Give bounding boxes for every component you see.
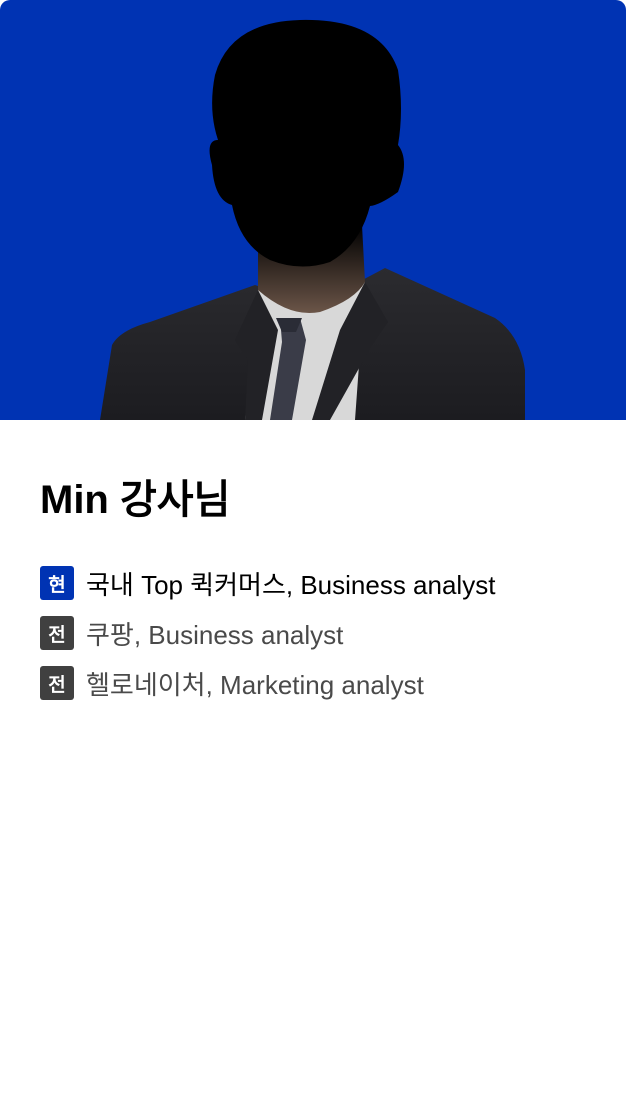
career-item-former: 전 쿠팡, Business analyst [40, 608, 600, 658]
former-badge: 전 [40, 616, 74, 650]
current-badge: 현 [40, 566, 74, 600]
former-badge: 전 [40, 666, 74, 700]
career-item-current: 현 국내 Top 퀵커머스, Business analyst [40, 558, 600, 608]
person-silhouette-icon [100, 19, 525, 420]
profile-photo [0, 0, 626, 420]
instructor-info: Min 강사님 현 국내 Top 퀵커머스, Business analyst … [40, 470, 600, 708]
career-list: 현 국내 Top 퀵커머스, Business analyst 전 쿠팡, Bu… [40, 558, 600, 708]
career-text: 쿠팡, Business analyst [86, 619, 344, 650]
career-text: 헬로네이처, Marketing analyst [86, 669, 424, 700]
career-text: 국내 Top 퀵커머스, Business analyst [86, 569, 496, 600]
instructor-name: Min 강사님 [40, 478, 231, 522]
instructor-card: Min 강사님 현 국내 Top 퀵커머스, Business analyst … [0, 0, 626, 1100]
career-item-former: 전 헬로네이처, Marketing analyst [40, 658, 600, 708]
